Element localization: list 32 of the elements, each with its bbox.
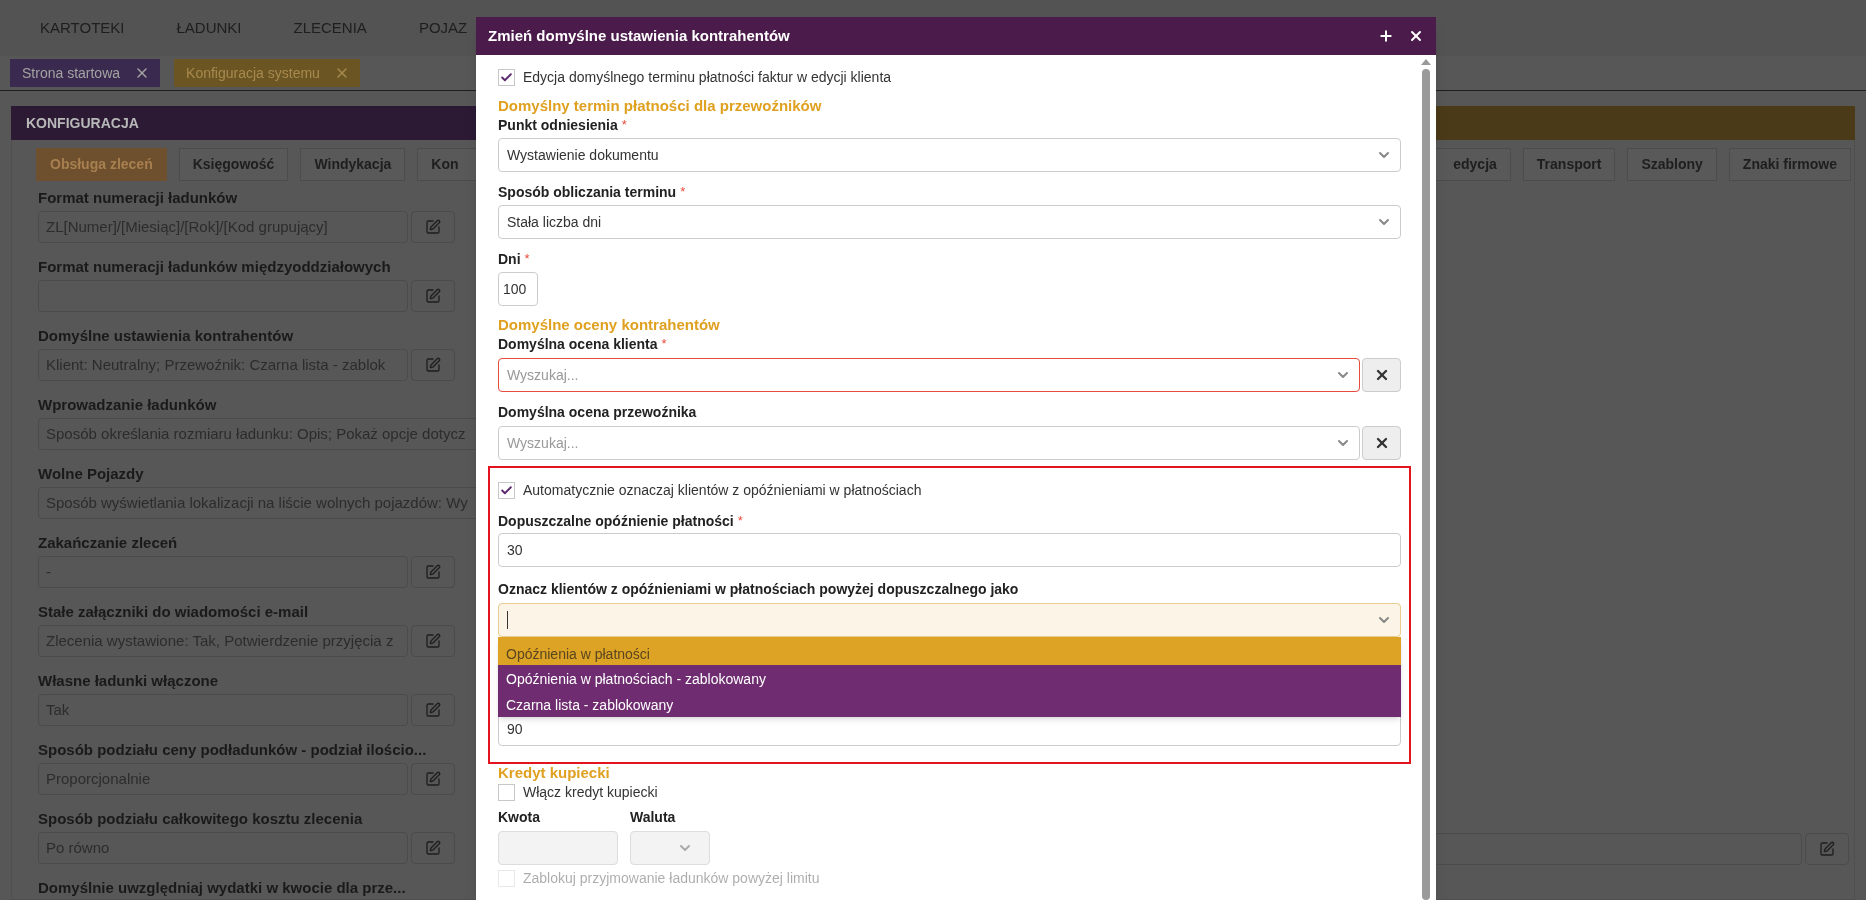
checkbox-label: Włącz kredyt kupiecki: [523, 782, 658, 802]
setting-label: Format numeracji ładunków: [38, 188, 239, 205]
setting-label: Sposób podziału ceny podładunków - podział ilościo...: [38, 740, 428, 757]
field-label: Domyślna ocena przewoźnika: [498, 402, 697, 422]
setting-label: Stałe załączniki do wiadomości e-mail: [38, 602, 310, 619]
field-label: Oznacz klientów z opóźnieniami w płatnościach powyżej dopuszczalnego jako: [498, 579, 1019, 599]
checkbox-label: Edycja domyślnego terminu płatności faktur w edycji klienta: [523, 67, 892, 87]
required-mark: *: [524, 250, 530, 269]
section-heading: Domyślne oceny kontrahentów: [498, 316, 721, 334]
setting-label: Własne ładunki włączone: [38, 671, 220, 688]
setting-label: Zakańczanie zleceń: [38, 533, 179, 550]
setting-label: Domyślnie uwzględniaj wydatki w kwocie dla prze...: [38, 878, 407, 895]
setting-field: -: [38, 556, 408, 588]
setting-label: Sposób podziału całkowitego kosztu zlecenia: [38, 809, 364, 826]
field-label: Kwota: [498, 807, 540, 827]
field-label: Dni: [498, 249, 521, 269]
required-mark: *: [661, 335, 667, 354]
field-label: Waluta: [630, 807, 676, 827]
checkbox-label: Automatycznie oznaczaj klientów z opóźnieniami w płatnościach: [523, 480, 922, 500]
required-mark: *: [737, 512, 743, 531]
setting-label: Wolne Pojazdy: [38, 464, 145, 481]
checkbox-label: Zablokuj przyjmowanie ładunków powyżej limitu: [523, 868, 820, 888]
setting-label: Domyślne ustawienia kontrahentów: [38, 326, 295, 343]
section-heading: Kredyt kupiecki: [498, 764, 611, 782]
setting-label: Format numeracji ładunków międzyoddziałowych: [38, 257, 392, 274]
setting-label: Wprowadzanie ładunków: [38, 395, 218, 412]
field-label: Punkt odniesienia: [498, 115, 618, 135]
dialog-header: Zmień domyślne ustawienia kontrahentów: [476, 17, 1436, 55]
field-label: Sposób obliczania terminu: [498, 182, 677, 202]
required-mark: *: [621, 116, 627, 135]
required-mark: *: [680, 183, 686, 202]
field-label: Domyślna ocena klienta: [498, 334, 658, 354]
